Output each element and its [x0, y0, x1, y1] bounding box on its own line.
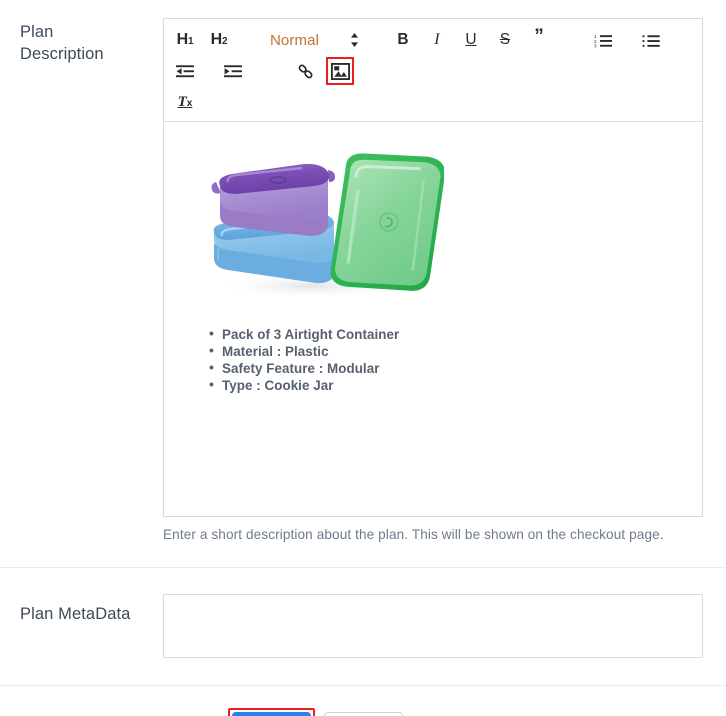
plan-description-label: Plan Description [0, 18, 163, 66]
image-icon [330, 62, 350, 80]
heading-2-sub: 2 [221, 36, 228, 47]
italic-button[interactable]: I [424, 27, 450, 53]
updown-arrows-icon [349, 31, 360, 49]
ordered-list-icon: 1 2 3 [594, 33, 612, 48]
ordered-list-button[interactable]: 1 2 3 [590, 27, 616, 53]
outdent-icon [176, 64, 194, 79]
svg-text:3: 3 [594, 43, 597, 47]
underline-button[interactable]: U [458, 27, 484, 53]
plan-metadata-input[interactable] [163, 593, 703, 658]
link-icon [297, 63, 314, 80]
plan-form-page: Plan Description H1 H2 Normal B I U S ” … [0, 0, 726, 716]
plan-metadata-row: Plan MetaData [0, 568, 726, 685]
bold-button[interactable]: B [390, 27, 416, 53]
plan-description-help-text: Enter a short description about the plan… [163, 527, 664, 542]
clear-formatting-button[interactable]: Tx [172, 89, 198, 115]
heading-1-sub: 1 [187, 36, 194, 47]
plan-metadata-label: Plan MetaData [20, 604, 131, 623]
link-button[interactable] [292, 58, 318, 84]
clear-formatting-sub: x [186, 98, 193, 109]
product-image[interactable] [192, 136, 446, 308]
rich-text-editor: H1 H2 Normal B I U S ” 1 2 3 T x • Pack … [163, 18, 703, 517]
indent-button[interactable] [220, 58, 246, 84]
editor-content-area[interactable]: Pack of 3 Airtight Container Material : … [164, 122, 702, 516]
plan-description-label-line2: Description [20, 44, 104, 63]
form-actions: Submit Cancel [0, 686, 726, 716]
bullet-list-button[interactable] [638, 27, 664, 53]
outdent-button[interactable] [172, 58, 198, 84]
blockquote-button[interactable]: ” [526, 27, 552, 53]
heading-1-button[interactable]: H1 [172, 27, 198, 53]
product-feature-list: Pack of 3 Airtight Container Material : … [178, 325, 688, 394]
indent-icon [224, 64, 242, 79]
editor-toolbar: H1 H2 Normal B I U S ” 1 2 3 T x [164, 19, 702, 122]
list-item: Type : Cookie Jar [209, 376, 688, 394]
plan-description-row: Plan Description H1 H2 Normal B I U S ” … [0, 0, 726, 544]
list-item: Safety Feature : Modular [209, 359, 688, 377]
submit-button-annotation: Submit [228, 707, 315, 716]
plan-metadata-body [163, 593, 726, 658]
clear-formatting-label: T [177, 93, 187, 110]
plan-description-label-line1: Plan [20, 23, 54, 41]
heading-1-label: H [176, 31, 189, 48]
bullet-list-icon [642, 33, 660, 48]
font-size-picker-value: Normal [270, 31, 319, 49]
plan-description-body: H1 H2 Normal B I U S ” 1 2 3 T x • Pack … [163, 18, 726, 544]
heading-2-button[interactable]: H2 [206, 27, 232, 53]
submit-button[interactable]: Submit [232, 711, 311, 716]
cancel-button[interactable]: Cancel [323, 711, 403, 716]
image-button[interactable] [326, 57, 354, 85]
strikethrough-button[interactable]: S [492, 27, 518, 53]
heading-2-label: H [210, 31, 223, 48]
font-size-picker[interactable]: Normal [270, 27, 360, 53]
list-item: Pack of 3 Airtight Container [209, 325, 688, 343]
list-item: Material : Plastic [209, 342, 688, 360]
